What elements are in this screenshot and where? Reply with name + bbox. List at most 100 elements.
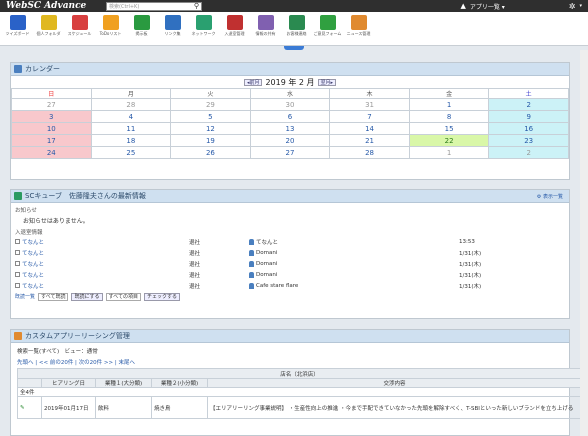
row-actions[interactable]: ✎ bbox=[17, 396, 42, 419]
app-logo[interactable]: WebSC Advance bbox=[6, 1, 102, 11]
calendar-day[interactable]: 29 bbox=[170, 98, 251, 111]
row-checkbox[interactable] bbox=[15, 250, 20, 255]
calendar-day[interactable]: 14 bbox=[329, 122, 410, 135]
toolbar-button-3[interactable]: ToDoリスト bbox=[95, 12, 126, 42]
toolbar-button-10[interactable]: ご意見フォーム bbox=[312, 12, 343, 42]
toolbar-button-6[interactable]: ネットワーク bbox=[188, 12, 219, 42]
toolbar-button-2[interactable]: スケジュール bbox=[64, 12, 95, 42]
toolbar-button-7[interactable]: 入退室管理 bbox=[219, 12, 250, 42]
calendar-day[interactable]: 23 bbox=[488, 134, 569, 147]
calendar-day[interactable]: 15 bbox=[408, 122, 490, 135]
calendar-day[interactable]: 31 bbox=[329, 98, 410, 111]
entry-name[interactable]: てなんと bbox=[22, 260, 44, 268]
group-header-label: 店名（北浜店） bbox=[280, 371, 319, 378]
toolbar-icon-9 bbox=[288, 15, 305, 30]
calendar-day[interactable]: 18 bbox=[90, 134, 172, 147]
calendar-day[interactable]: 13 bbox=[249, 122, 331, 135]
row-checkbox[interactable] bbox=[15, 261, 20, 266]
entry-name[interactable]: てなんと bbox=[22, 282, 44, 290]
bell-icon[interactable]: ▲ bbox=[460, 2, 465, 10]
list-item[interactable]: てなんと 退社 てなんと 13:53 bbox=[15, 236, 565, 247]
edit-icon[interactable]: ✎ bbox=[20, 405, 25, 411]
toolbar-label-2: スケジュール bbox=[67, 31, 92, 36]
toolbar-icon-3 bbox=[102, 15, 119, 30]
calendar-day[interactable]: 16 bbox=[488, 122, 569, 135]
list-item[interactable]: てなんと 退社 Domani 1/31(木) bbox=[15, 258, 565, 269]
calendar-day[interactable]: 2 bbox=[488, 146, 569, 159]
calendar-day[interactable]: 7 bbox=[329, 110, 410, 123]
calendar-day[interactable]: 19 bbox=[170, 134, 251, 147]
calendar-day[interactable]: 1 bbox=[408, 98, 490, 111]
mark-read-button[interactable]: 既読にする bbox=[71, 292, 103, 301]
chevron-down-icon[interactable]: ▾ bbox=[579, 3, 582, 9]
entry-name[interactable]: てなんと bbox=[22, 249, 44, 257]
calendar-day[interactable]: 22 bbox=[408, 134, 490, 147]
row-checkbox[interactable] bbox=[15, 272, 20, 277]
calendar-day[interactable]: 10 bbox=[11, 122, 92, 135]
read-list-link[interactable]: 既読一覧 bbox=[15, 293, 35, 300]
toolbar-collapse-handle[interactable] bbox=[284, 46, 304, 50]
calendar-day[interactable]: 8 bbox=[408, 110, 490, 123]
prev-month-button[interactable]: ◂前月 bbox=[243, 78, 263, 86]
app-toolbar: ツイズボード 個人フォルダ スケジュール ToDoリスト 掲示板 リンク集 ネットワーク 入退… bbox=[0, 12, 588, 46]
toolbar-icon-0 bbox=[9, 15, 26, 30]
toolbar-label-5: リンク集 bbox=[164, 31, 181, 36]
calendar-day[interactable]: 4 bbox=[90, 110, 172, 123]
column-header: ヒアリング日 bbox=[41, 378, 96, 388]
person-icon bbox=[249, 260, 254, 267]
toolbar-button-11[interactable]: ニュース管理 bbox=[343, 12, 374, 42]
item-select[interactable]: すべての項目 bbox=[105, 292, 141, 301]
check-button[interactable]: チェックする bbox=[143, 292, 180, 301]
list-item[interactable]: てなんと 退社 Domani 1/31(木) bbox=[15, 269, 565, 280]
row-checkbox[interactable] bbox=[15, 239, 20, 244]
calendar-day[interactable]: 2 bbox=[488, 98, 569, 111]
calendar-day[interactable]: 6 bbox=[249, 110, 331, 123]
calendar-day[interactable]: 28 bbox=[90, 98, 172, 111]
notice-empty-text: お知らせはありません。 bbox=[23, 218, 89, 225]
list-item[interactable]: てなんと 退社 Cafe stare flare 1/31(木) bbox=[15, 280, 565, 291]
row-checkbox[interactable] bbox=[15, 283, 20, 288]
toolbar-button-4[interactable]: 掲示板 bbox=[126, 12, 157, 42]
calendar-day[interactable]: 30 bbox=[249, 98, 331, 111]
notice-list-link[interactable]: ⚙ 表示一覧 bbox=[537, 193, 563, 200]
calendar-day[interactable]: 3 bbox=[11, 110, 92, 123]
calendar-day[interactable]: 27 bbox=[249, 146, 331, 159]
calendar-header: カレンダー bbox=[11, 63, 569, 76]
entry-status: 退社 bbox=[189, 239, 201, 246]
list-item[interactable]: てなんと 退社 Domani 1/31(木) bbox=[15, 247, 565, 258]
app-selector[interactable]: アプリ一覧 ▾ bbox=[470, 2, 505, 11]
calendar-day[interactable]: 1 bbox=[408, 146, 490, 159]
calendar-day[interactable]: 24 bbox=[11, 146, 92, 159]
entry-person: Domani bbox=[256, 260, 278, 267]
table-row[interactable]: ✎ 2019年01月17日 飲料 焼き鳥 【エリアリーリング事業説明】 ・生産性… bbox=[17, 396, 582, 419]
toolbar-button-5[interactable]: リンク集 bbox=[157, 12, 188, 42]
calendar-day[interactable]: 12 bbox=[170, 122, 251, 135]
toolbar-button-0[interactable]: ツイズボード bbox=[2, 12, 33, 42]
calendar-day[interactable]: 17 bbox=[11, 134, 92, 147]
toolbar-icon-10 bbox=[319, 15, 336, 30]
calendar-day[interactable]: 21 bbox=[329, 134, 410, 147]
calendar-day[interactable]: 20 bbox=[249, 134, 331, 147]
search-input[interactable]: 検索(Ctrl+K) ⚲ bbox=[106, 1, 202, 11]
calendar-day[interactable]: 5 bbox=[170, 110, 251, 123]
calendar-day[interactable]: 26 bbox=[170, 146, 251, 159]
next-month-button[interactable]: 翌月▸ bbox=[317, 78, 337, 86]
toolbar-button-8[interactable]: 情報の共有 bbox=[250, 12, 281, 42]
gear-icon[interactable]: ✲ bbox=[569, 2, 576, 11]
calendar-day[interactable]: 11 bbox=[90, 122, 172, 135]
custom-pager[interactable]: 先頭へ | << 前の20件 | 次の20件 >> | 末尾へ bbox=[17, 358, 135, 366]
toolbar-icon-2 bbox=[71, 15, 88, 30]
calendar-day[interactable]: 9 bbox=[488, 110, 569, 123]
read-select[interactable]: すべて既読 bbox=[38, 292, 69, 301]
search-icon[interactable]: ⚲ bbox=[194, 2, 199, 10]
toolbar-button-1[interactable]: 個人フォルダ bbox=[33, 12, 64, 42]
toolbar-button-9[interactable]: お客様連絡 bbox=[281, 12, 312, 42]
calendar-day[interactable]: 25 bbox=[90, 146, 172, 159]
entry-time: 1/31(木) bbox=[459, 272, 482, 279]
calendar-day[interactable]: 28 bbox=[329, 146, 410, 159]
entry-time: 13:53 bbox=[459, 238, 475, 245]
entry-name[interactable]: てなんと bbox=[22, 238, 44, 246]
calendar-day[interactable]: 27 bbox=[11, 98, 92, 111]
entry-name[interactable]: てなんと bbox=[22, 271, 44, 279]
scrollbar[interactable] bbox=[580, 50, 588, 436]
